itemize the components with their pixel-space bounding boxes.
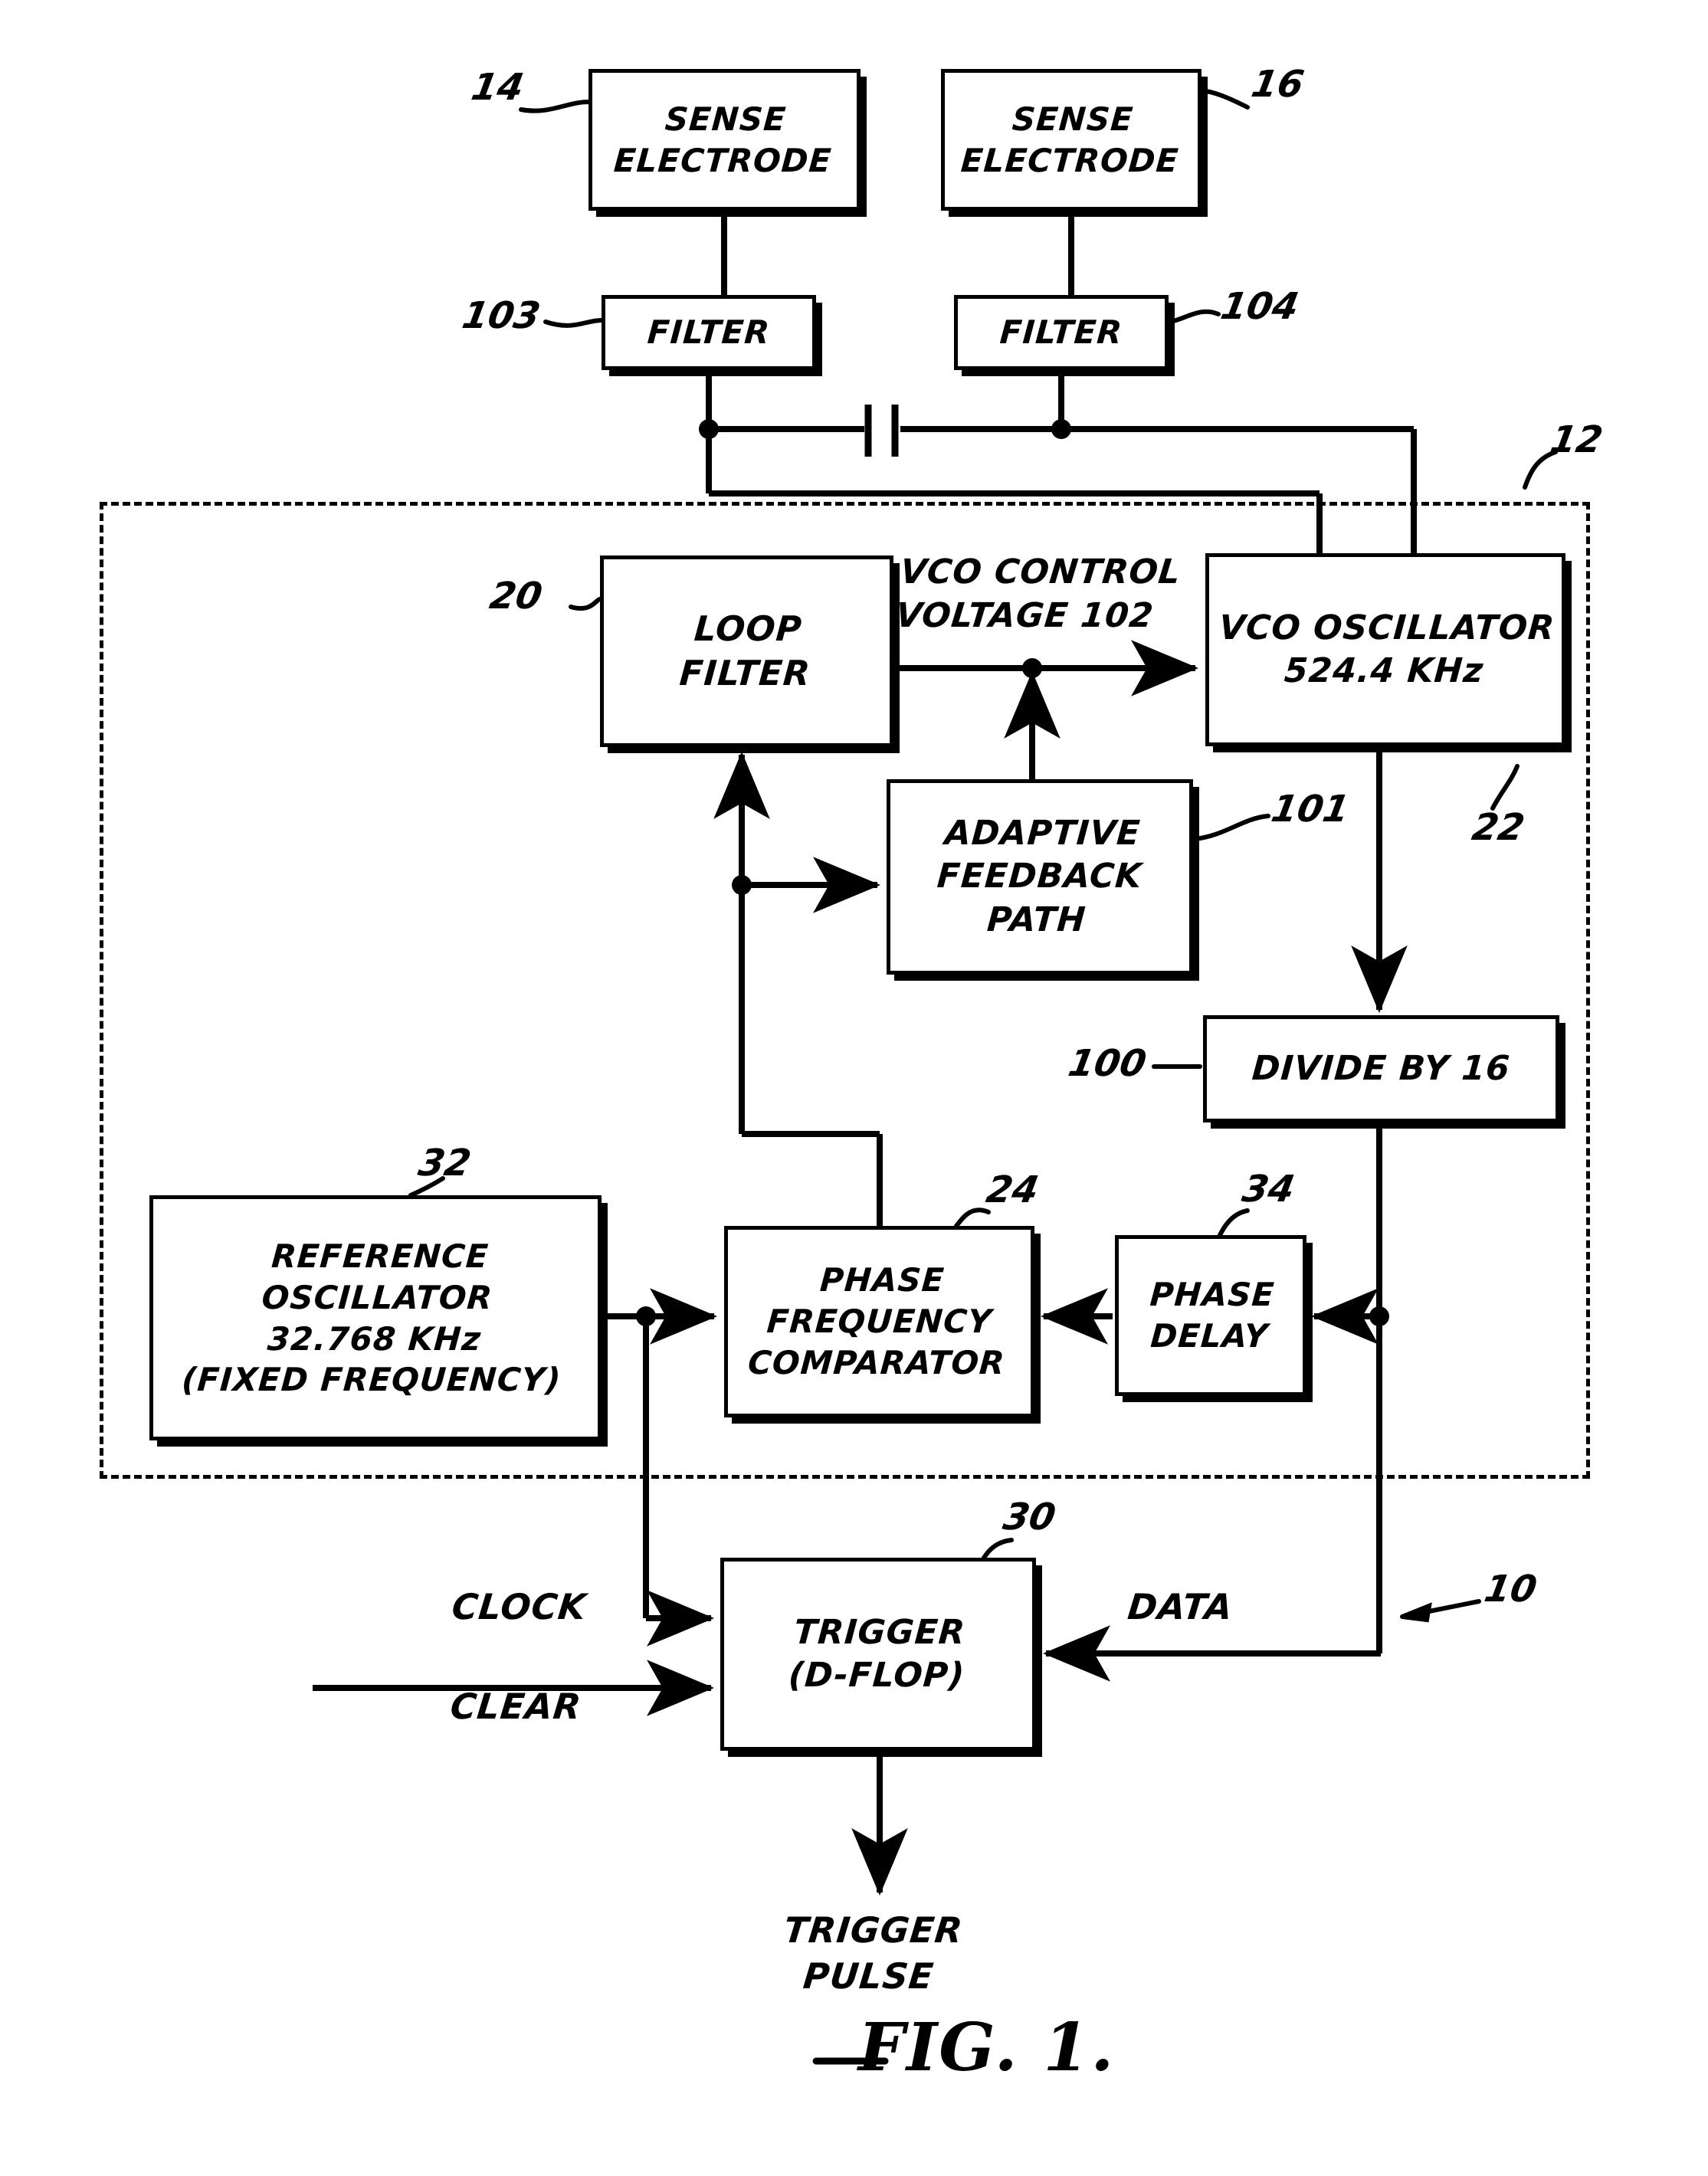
junction-dot-divide-output-branch [1369,1306,1389,1326]
junction-dot-adaptive-feedback-branch [732,875,752,895]
signal-label-data: DATA [1126,1586,1235,1627]
ref-numeral-34: 34 [1239,1168,1298,1211]
signal-label-clear: CLEAR [448,1686,584,1727]
leader-ref-103 [543,318,604,328]
junction-dot-vco-control-node [1022,658,1042,678]
junction-dot-clock-branch [636,1306,656,1326]
ref-numeral-12: 12 [1547,418,1606,461]
ref-numeral-16: 16 [1248,63,1307,106]
wiring-layer [313,88,1558,2065]
ref-numeral-24: 24 [983,1168,1042,1211]
signal-label-trigger-pulse: TRIGGER PULSE [782,1909,965,1997]
leader-ref-10 [1400,1599,1481,1623]
ref-numeral-103: 103 [459,294,544,337]
patent-figure-canvas: SENSE ELECTRODE SENSE ELECTRODE FILTER F… [0,0,1708,2176]
ref-numeral-14: 14 [468,66,527,109]
leader-ref-22 [1490,764,1519,811]
leader-ref-16 [1199,88,1250,110]
leader-ref-30 [982,1538,1014,1560]
ref-numeral-22: 22 [1469,806,1528,849]
leader-ref-104 [1168,309,1221,324]
leader-ref-14 [519,100,591,113]
ref-numeral-10: 10 [1481,1568,1540,1611]
junction-dot-filter-left-bus [699,419,719,439]
leader-ref-24 [954,1208,991,1228]
signal-label-vco-control-voltage: VCO CONTROL VOLTAGE 102 [893,552,1183,636]
ref-numeral-101: 101 [1268,788,1353,831]
figure-caption: FIG. 1. [858,2009,1116,2086]
ref-numeral-20: 20 [487,575,546,618]
ref-numeral-32: 32 [415,1142,474,1185]
ref-numeral-100: 100 [1065,1042,1150,1085]
leader-ref-101 [1193,814,1270,841]
leader-ref-34 [1218,1208,1250,1237]
ref-numeral-104: 104 [1218,285,1303,328]
signal-label-clock: CLOCK [450,1586,588,1627]
ref-numeral-30: 30 [1000,1496,1059,1539]
leader-ref-20 [569,597,602,611]
junction-dot-filter-right-bus [1051,419,1071,439]
